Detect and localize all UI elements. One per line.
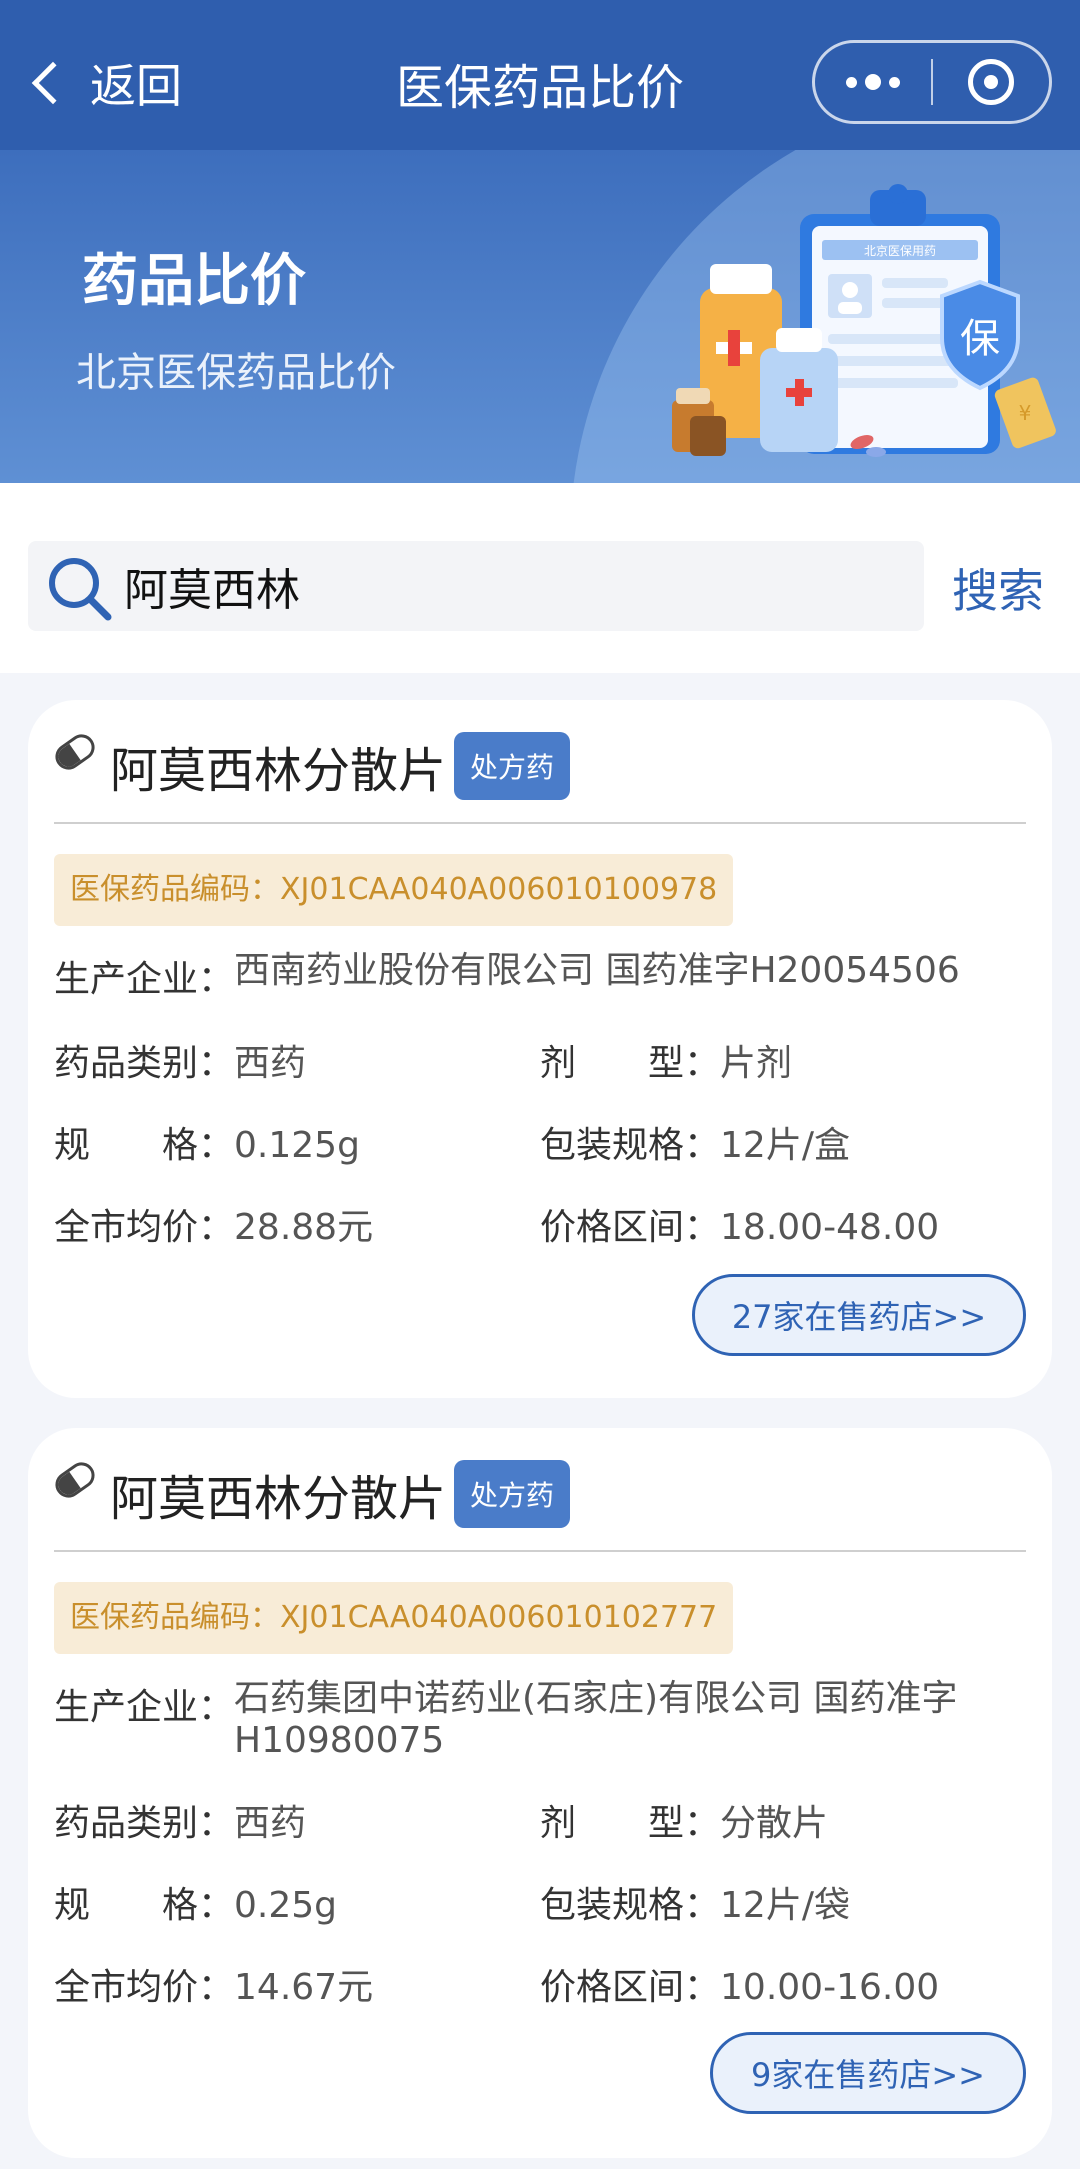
avg-price-label: 全市均价：: [54, 1967, 235, 2008]
stores-button[interactable]: 27家在售药店>>: [692, 1274, 1026, 1356]
form-label: 剂 型：: [540, 1043, 721, 1084]
insurance-code: 医保药品编码：XJ01CAA040A006010100978: [54, 854, 734, 926]
avg-price-value: 28.88元: [234, 1207, 374, 1248]
miniprogram-capsule: [812, 40, 1052, 124]
target-icon: [967, 59, 1014, 105]
banner-subtitle: 北京医保药品比价: [76, 350, 396, 396]
more-menu-button[interactable]: [815, 74, 931, 90]
manufacturer-row: 生产企业： 西南药业股份有限公司 国药准字H20054506: [54, 950, 960, 1002]
medicine-clipboard-illustration: 北京医保用药 保 ¥: [672, 184, 1056, 457]
nav-bar: 返回 医保药品比价: [0, 0, 1080, 150]
category-label: 药品类别：: [54, 1043, 235, 1084]
coin-label: ¥: [1019, 401, 1032, 425]
drug-card-header: 阿莫西林分散片 处方药: [50, 726, 571, 806]
price-range-label: 价格区间：: [540, 1207, 721, 1248]
package-row: 包装规格：12片/袋: [540, 1876, 850, 1928]
dot-icon: [846, 76, 857, 88]
category-label: 药品类别：: [54, 1803, 235, 1844]
divider: [54, 1550, 1026, 1552]
search-box: [28, 541, 924, 631]
avg-price-label: 全市均价：: [54, 1207, 235, 1248]
banner: 药品比价 北京医保药品比价 北京医保用药 保 ¥: [0, 150, 1080, 483]
category-value: 西药: [234, 1043, 307, 1084]
drug-card: 阿莫西林分散片 处方药 医保药品编码：XJ01CAA040A0060101009…: [28, 700, 1052, 1398]
category-row: 药品类别：西药: [54, 1794, 306, 1846]
drug-name: 阿莫西林分散片: [110, 743, 447, 799]
manufacturer-label: 生产企业：: [54, 1687, 235, 1728]
divider: [54, 822, 1026, 824]
manufacturer-value: 石药集团中诺药业(石家庄)有限公司 国药准字H10980075: [234, 1678, 958, 1761]
insurance-code: 医保药品编码：XJ01CAA040A006010102777: [54, 1582, 734, 1654]
manufacturer-value: 西南药业股份有限公司 国药准字H20054506: [234, 950, 960, 991]
price-range-value: 10.00-16.00: [720, 1967, 940, 2008]
avg-price-row: 全市均价：14.67元: [54, 1958, 373, 2010]
price-range-label: 价格区间：: [540, 1967, 721, 2008]
search-icon: [49, 558, 112, 621]
shield-label: 保: [960, 316, 1000, 362]
spec-value: 0.125g: [234, 1125, 360, 1166]
package-row: 包装规格：12片/盒: [540, 1116, 850, 1168]
manufacturer-row: 生产企业： 石药集团中诺药业(石家庄)有限公司 国药准字H10980075: [54, 1678, 1014, 1762]
package-label: 包装规格：: [540, 1885, 721, 1926]
banner-title: 药品比价: [82, 249, 306, 314]
category-row: 药品类别：西药: [54, 1034, 306, 1086]
price-range-row: 价格区间：10.00-16.00: [540, 1958, 939, 2010]
spec-row: 规 格：0.125g: [54, 1116, 360, 1168]
form-value: 片剂: [720, 1043, 793, 1084]
form-row: 剂 型：分散片: [540, 1794, 828, 1846]
search-section: 搜索: [0, 483, 1080, 673]
drug-card: 阿莫西林分散片 处方药 医保药品编码：XJ01CAA040A0060101027…: [28, 1428, 1052, 2158]
close-miniprogram-button[interactable]: [933, 59, 1049, 105]
search-input[interactable]: [124, 541, 904, 631]
dot-icon: [889, 76, 900, 88]
package-label: 包装规格：: [540, 1125, 721, 1166]
avg-price-value: 14.67元: [234, 1967, 374, 2008]
form-row: 剂 型：片剂: [540, 1034, 792, 1086]
package-value: 12片/盒: [720, 1125, 850, 1166]
search-button[interactable]: 搜索: [952, 555, 1044, 621]
pill-icon: [50, 1457, 100, 1503]
clipboard-label: 北京医保用药: [864, 244, 936, 258]
avg-price-row: 全市均价：28.88元: [54, 1198, 373, 1250]
spec-label: 规 格：: [54, 1885, 235, 1926]
form-label: 剂 型：: [540, 1803, 721, 1844]
category-value: 西药: [234, 1803, 307, 1844]
manufacturer-label: 生产企业：: [54, 959, 235, 1000]
stores-button[interactable]: 9家在售药店>>: [710, 2032, 1026, 2114]
drug-name: 阿莫西林分散片: [110, 1471, 447, 1527]
dot-icon: [865, 74, 881, 90]
spec-row: 规 格：0.25g: [54, 1876, 337, 1928]
package-value: 12片/袋: [720, 1885, 850, 1926]
spec-label: 规 格：: [54, 1125, 235, 1166]
prescription-badge: 处方药: [454, 732, 571, 800]
price-range-value: 18.00-48.00: [720, 1207, 940, 1248]
price-range-row: 价格区间：18.00-48.00: [540, 1198, 939, 1250]
spec-value: 0.25g: [234, 1885, 338, 1926]
drug-card-header: 阿莫西林分散片 处方药: [50, 1454, 571, 1534]
prescription-badge: 处方药: [454, 1460, 571, 1528]
form-value: 分散片: [720, 1803, 829, 1844]
pill-icon: [50, 729, 100, 775]
